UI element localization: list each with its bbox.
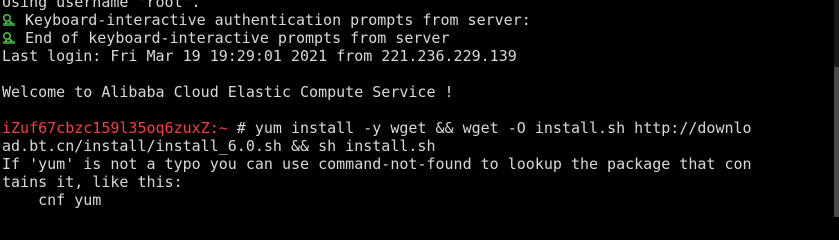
welcome-line: Welcome to Alibaba Cloud Elastic Compute…: [2, 83, 454, 101]
terminal-output: Using username "root". Keyboard-interact…: [2, 0, 832, 209]
scrollbar[interactable]: [834, 0, 839, 217]
kbd-start-line: Keyboard-interactive authentication prom…: [2, 11, 832, 29]
command-text: yum install -y wget && wget -O install.s…: [254, 119, 752, 137]
key-icon: [2, 13, 16, 27]
scrollbar-thumb[interactable]: [834, 67, 839, 217]
command-wrap-line: ad.bt.cn/install/install_6.0.sh && sh in…: [2, 137, 436, 155]
kbd-start-text: Keyboard-interactive authentication prom…: [16, 11, 531, 29]
key-icon: [2, 31, 16, 45]
last-login-line: Last login: Fri Mar 19 19:29:01 2021 fro…: [2, 47, 517, 65]
prompt-host: iZuf67cbzc159l35oq6zuxZ:~: [2, 119, 228, 137]
terminal-window[interactable]: Using username "root". Keyboard-interact…: [0, 0, 839, 217]
kbd-end-line: End of keyboard-interactive prompts from…: [2, 29, 832, 47]
error-line-3: cnf yum: [2, 191, 102, 209]
kbd-end-text: End of keyboard-interactive prompts from…: [16, 29, 450, 47]
prompt-symbol: #: [227, 119, 255, 137]
username-line: Using username "root".: [2, 0, 201, 11]
error-line-2: tains it, like this:: [2, 173, 183, 191]
error-line-1: If 'yum' is not a typo you can use comma…: [2, 155, 752, 173]
command-line[interactable]: iZuf67cbzc159l35oq6zuxZ:~ # yum install …: [2, 119, 832, 137]
